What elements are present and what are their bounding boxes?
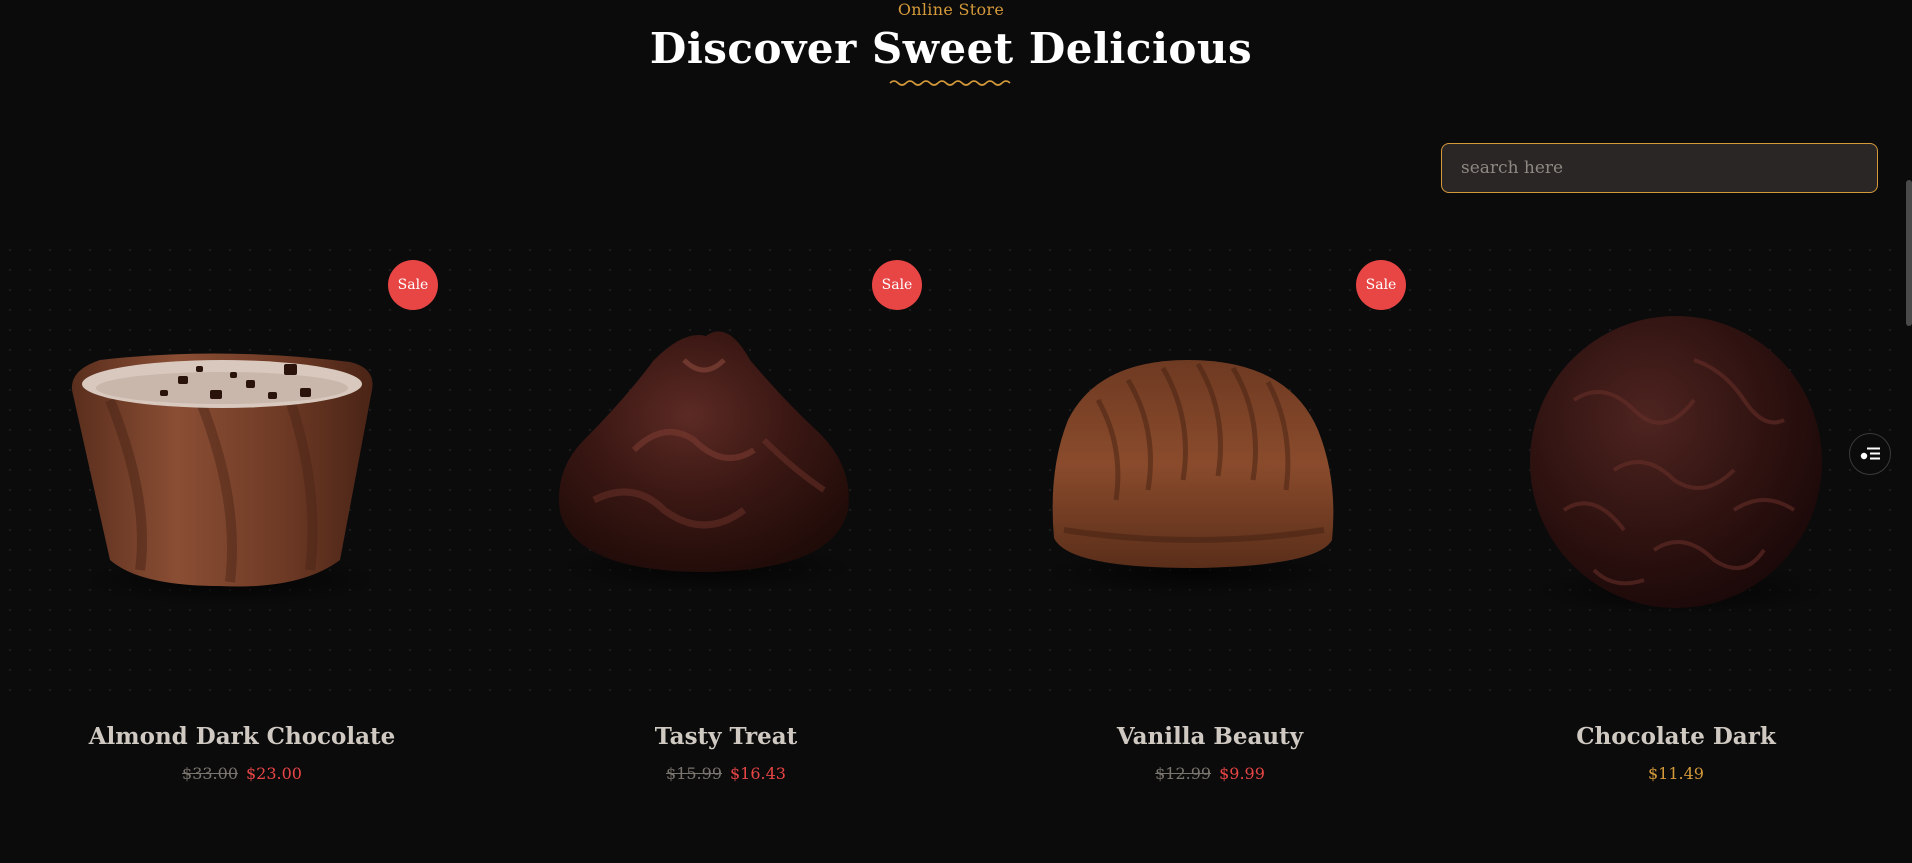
section-eyebrow: Online Store — [897, 0, 1005, 19]
product-prices: $12.99 $9.99 — [968, 764, 1452, 783]
product-card[interactable]: Chocolate Dark $11.49 — [1434, 250, 1912, 790]
product-name[interactable]: Almond Dark Chocolate — [0, 723, 484, 750]
sale-price: $9.99 — [1219, 764, 1265, 783]
sale-badge: Sale — [388, 260, 438, 310]
product-name[interactable]: Vanilla Beauty — [968, 723, 1452, 750]
filter-icon — [1860, 447, 1880, 460]
product-image[interactable] — [968, 250, 1452, 680]
sale-price: $16.43 — [730, 764, 786, 783]
product-prices: $11.49 — [1434, 764, 1912, 783]
product-prices: $33.00 $23.00 — [0, 764, 484, 783]
chocolate-truffle-image — [556, 331, 856, 592]
product-image[interactable] — [1434, 250, 1912, 680]
sale-price: $23.00 — [246, 764, 302, 783]
sale-badge: Sale — [1356, 260, 1406, 310]
regular-price: $11.49 — [1648, 764, 1704, 783]
product-image[interactable] — [484, 250, 968, 680]
filter-toggle-button[interactable] — [1849, 433, 1891, 475]
product-image[interactable] — [0, 250, 484, 680]
product-name[interactable]: Tasty Treat — [484, 723, 968, 750]
old-price: $15.99 — [666, 764, 722, 783]
product-card[interactable]: Sale Vanilla Beauty $12.99 $9.99 — [968, 250, 1452, 790]
product-card[interactable]: Sale Almond Dark Chocolate $33.00 $23.00 — [0, 250, 484, 790]
chocolate-cup-image — [71, 353, 380, 606]
old-price: $33.00 — [182, 764, 238, 783]
sale-badge: Sale — [872, 260, 922, 310]
product-name[interactable]: Chocolate Dark — [1434, 723, 1912, 750]
shop-page: Online Store Discover Sweet Delicious se… — [0, 0, 1912, 863]
product-card[interactable]: Sale Tasty Treat $15.99 $16.43 — [484, 250, 968, 790]
product-prices: $15.99 $16.43 — [484, 764, 968, 783]
old-price: $12.99 — [1155, 764, 1212, 783]
search-input[interactable] — [1441, 143, 1878, 193]
page-title: Discover Sweet Delicious — [649, 24, 1253, 73]
chocolate-ball-image — [1530, 316, 1832, 616]
chocolate-bonbon-image — [1044, 360, 1344, 596]
wave-divider-icon — [889, 80, 1011, 86]
